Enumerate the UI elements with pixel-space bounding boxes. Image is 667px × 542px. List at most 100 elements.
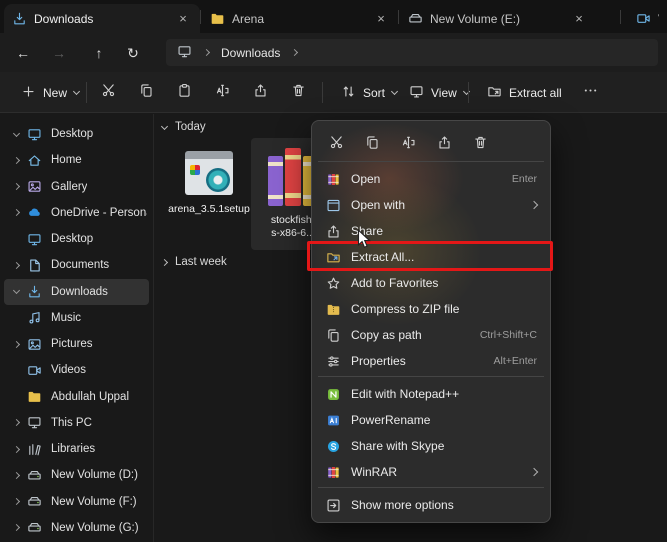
sidebar-item-gallery[interactable]: Gallery xyxy=(4,174,149,200)
section-header-last-week[interactable]: Last week xyxy=(162,256,227,268)
sidebar-item-label: Gallery xyxy=(51,181,87,193)
menu-item-extract-all[interactable]: Extract All... xyxy=(316,244,546,270)
extract-all-button[interactable]: Extract all xyxy=(476,79,573,106)
show-more-icon xyxy=(325,498,341,513)
paste-button[interactable] xyxy=(168,79,200,106)
sidebar-item-label: OneDrive - Personal xyxy=(51,207,147,219)
menu-item-label: WinRAR xyxy=(351,465,521,479)
expand-chevron-icon[interactable] xyxy=(11,342,22,347)
section-label: Last week xyxy=(175,256,227,268)
file-name-line2: s-x86-6... xyxy=(271,227,315,240)
up-button[interactable]: ↑ xyxy=(85,40,113,66)
installer-icon xyxy=(185,151,233,195)
pictures-icon xyxy=(27,337,46,352)
rename-button[interactable] xyxy=(206,79,238,106)
sidebar-item-libraries[interactable]: Libraries xyxy=(4,436,149,462)
tab-separator xyxy=(398,10,399,24)
tab-downloads[interactable]: Downloads× xyxy=(4,4,200,33)
expand-chevron-icon[interactable] xyxy=(11,184,22,189)
sidebar-item-home[interactable]: Home xyxy=(4,147,149,173)
back-button[interactable]: ← xyxy=(9,40,37,66)
expand-chevron-icon[interactable] xyxy=(11,210,22,215)
expand-chevron-icon[interactable] xyxy=(11,263,22,268)
sidebar-item-desktop[interactable]: Desktop xyxy=(4,121,149,147)
delete-button[interactable] xyxy=(282,79,314,106)
share-button[interactable] xyxy=(244,79,276,106)
expand-chevron-icon[interactable] xyxy=(11,290,22,293)
sort-button[interactable]: Sort xyxy=(330,79,408,106)
sidebar-item-label: Desktop xyxy=(51,233,93,245)
tab-videos[interactable]: Videos xyxy=(628,4,667,33)
tab-new-volume-e[interactable]: New Volume (E:)× xyxy=(400,4,596,33)
sidebar-item-new-volume-d[interactable]: New Volume (D:) xyxy=(4,462,149,488)
tab-separator xyxy=(200,10,201,24)
quick-share-button[interactable] xyxy=(429,128,460,156)
tab-close-button[interactable]: × xyxy=(372,10,390,28)
menu-item-properties[interactable]: Properties Alt+Enter xyxy=(316,348,546,374)
forward-button[interactable]: → xyxy=(45,40,73,66)
menu-item-edit-with-notepad[interactable]: Edit with Notepad++ xyxy=(316,381,546,407)
sidebar-item-downloads[interactable]: Downloads xyxy=(4,279,149,305)
address-bar[interactable]: Downloads xyxy=(166,39,658,66)
tab-arena[interactable]: Arena× xyxy=(202,4,398,33)
menu-item-label: Properties xyxy=(351,354,484,368)
toolbar-separator xyxy=(468,82,469,103)
expand-chevron-icon[interactable] xyxy=(11,447,22,452)
section-header-today[interactable]: Today xyxy=(162,121,206,133)
quick-copy-button[interactable] xyxy=(357,128,388,156)
cut-button[interactable] xyxy=(92,79,124,106)
sidebar-item-label: Documents xyxy=(51,259,109,271)
sidebar-item-label: Abdullah Uppal xyxy=(51,391,129,403)
file-arena-setup[interactable]: arena_3.5.1setup xyxy=(166,138,252,244)
zip-icon xyxy=(325,302,341,317)
quick-delete-button[interactable] xyxy=(465,128,496,156)
menu-item-open[interactable]: OpenEnter xyxy=(316,166,546,192)
menu-item-add-to-favorites[interactable]: Add to Favorites xyxy=(316,270,546,296)
titlebar: Downloads×Arena×New Volume (E:)× Videos xyxy=(0,0,667,33)
more-options-button[interactable] xyxy=(574,79,606,106)
expand-chevron-icon[interactable] xyxy=(11,158,22,163)
sidebar-item-desktop[interactable]: Desktop xyxy=(4,226,149,252)
expand-chevron-icon[interactable] xyxy=(11,473,22,478)
new-button[interactable]: New xyxy=(10,79,90,106)
tab-close-button[interactable]: × xyxy=(570,10,588,28)
home-icon xyxy=(27,153,46,168)
breadcrumb-item-downloads[interactable]: Downloads xyxy=(221,46,280,60)
menu-item-share[interactable]: Share xyxy=(316,218,546,244)
sidebar-item-videos[interactable]: Videos xyxy=(4,357,149,383)
menu-item-compress-to-zip-file[interactable]: Compress to ZIP file xyxy=(316,296,546,322)
sidebar-item-new-volume-g[interactable]: New Volume (G:) xyxy=(4,515,149,541)
sidebar-item-documents[interactable]: Documents xyxy=(4,252,149,278)
menu-item-label: Copy as path xyxy=(351,328,470,342)
sidebar-item-music[interactable]: Music xyxy=(4,305,149,331)
breadcrumb-chevron-icon[interactable] xyxy=(291,49,298,56)
properties-icon xyxy=(325,354,341,369)
expand-chevron-icon[interactable] xyxy=(11,420,22,425)
menu-separator xyxy=(318,161,544,162)
quick-rename-button[interactable] xyxy=(393,128,424,156)
sidebar-item-pictures[interactable]: Pictures xyxy=(4,331,149,357)
menu-item-powerrename[interactable]: PowerRename xyxy=(316,407,546,433)
skype-icon xyxy=(325,439,341,454)
plus-icon xyxy=(21,84,36,102)
sidebar-item-label: This PC xyxy=(51,417,92,429)
menu-shortcut: Alt+Enter xyxy=(494,355,537,367)
refresh-button[interactable]: ↻ xyxy=(119,40,147,66)
expand-chevron-icon[interactable] xyxy=(11,499,22,504)
expand-chevron-icon[interactable] xyxy=(11,133,22,136)
menu-item-open-with[interactable]: Open with xyxy=(316,192,546,218)
toolbar-separator xyxy=(322,82,323,103)
menu-item-show-more-options[interactable]: Show more options xyxy=(316,492,546,518)
menu-item-copy-as-path[interactable]: Copy as pathCtrl+Shift+C xyxy=(316,322,546,348)
sidebar-item-abdullah-uppal[interactable]: Abdullah Uppal xyxy=(4,384,149,410)
drive-icon xyxy=(27,520,46,535)
sidebar-item-onedrive-personal[interactable]: OneDrive - Personal xyxy=(4,200,149,226)
menu-item-winrar[interactable]: WinRAR xyxy=(316,459,546,485)
menu-item-share-with-skype[interactable]: Share with Skype xyxy=(316,433,546,459)
quick-cut-button[interactable] xyxy=(321,128,352,156)
sidebar-item-new-volume-f[interactable]: New Volume (F:) xyxy=(4,489,149,515)
copy-button[interactable] xyxy=(130,79,162,106)
expand-chevron-icon[interactable] xyxy=(11,525,22,530)
sidebar-item-this-pc[interactable]: This PC xyxy=(4,410,149,436)
tab-close-button[interactable]: × xyxy=(174,10,192,28)
